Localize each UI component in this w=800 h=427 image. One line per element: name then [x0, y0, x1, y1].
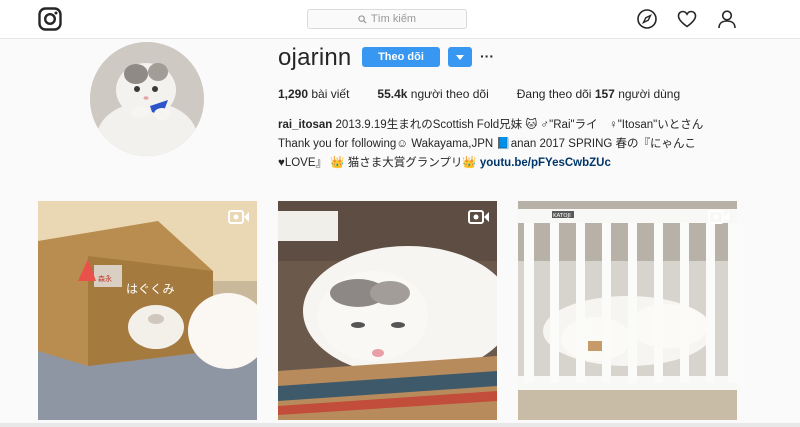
following-count: 157 — [594, 87, 615, 101]
svg-text:森永: 森永 — [98, 274, 112, 283]
posts-count: 1,290 — [278, 87, 309, 101]
box-text: はぐくみ — [126, 282, 174, 296]
heart-icon[interactable] — [676, 8, 698, 30]
following-stat[interactable]: Đang theo dõi 157 người dùng — [517, 87, 680, 101]
post-thumbnail[interactable] — [278, 201, 497, 420]
top-nav: Tìm kiếm — [0, 0, 800, 39]
chevron-down-icon — [456, 54, 464, 60]
suggestions-dropdown-button[interactable] — [448, 47, 472, 67]
video-icon — [708, 209, 730, 225]
instagram-logo-icon[interactable] — [38, 7, 62, 31]
video-icon — [228, 209, 250, 225]
user-icon[interactable] — [716, 8, 738, 30]
avatar[interactable] — [90, 42, 204, 156]
post-image: KATOJI — [518, 201, 737, 420]
posts-label: bài viết — [311, 87, 350, 101]
compass-icon[interactable] — [636, 8, 658, 30]
bio-line1: 2013.9.19生まれのScottish Fold兄妹 🐱 ♂"Rai"ライ … — [335, 119, 704, 131]
bio-line2: Thank you for following☺ Wakayama,JPN 📘a… — [278, 138, 697, 150]
post-image: 森永 はぐくみ — [38, 201, 257, 420]
search-placeholder: Tìm kiếm — [370, 13, 417, 25]
bio-name: rai_itosan — [278, 119, 333, 131]
followers-stat[interactable]: 55.4k người theo dõi — [377, 87, 488, 101]
crib-label: KATOJI — [553, 213, 571, 219]
followers-label: người theo dõi — [410, 87, 489, 101]
followers-count: 55.4k — [377, 87, 408, 101]
window-bottom-edge — [0, 423, 800, 427]
follow-button[interactable]: Theo dõi — [362, 47, 440, 67]
username: ojarinn — [278, 44, 352, 71]
more-options-button[interactable]: ··· — [480, 47, 494, 65]
search-icon — [358, 14, 367, 24]
bio: rai_itosan 2013.9.19生まれのScottish Fold兄妹 … — [278, 116, 748, 173]
video-icon — [468, 209, 490, 225]
post-thumbnail[interactable]: KATOJI — [518, 201, 737, 420]
posts-stat: 1,290 bài viết — [278, 87, 349, 101]
bio-link[interactable]: youtu.be/pFYesCwbZUc — [480, 157, 611, 169]
post-image — [278, 201, 497, 420]
following-prefix: Đang theo dõi — [516, 87, 592, 101]
post-thumbnail[interactable]: 森永 はぐくみ — [38, 201, 257, 420]
search-input[interactable]: Tìm kiếm — [307, 9, 467, 29]
profile-stats: 1,290 bài viết 55.4k người theo dõi Đang… — [278, 87, 708, 101]
following-label: người dùng — [618, 87, 681, 101]
bio-line3: ♥LOVE』 👑 猫さま大賞グランプリ👑 — [278, 157, 480, 169]
